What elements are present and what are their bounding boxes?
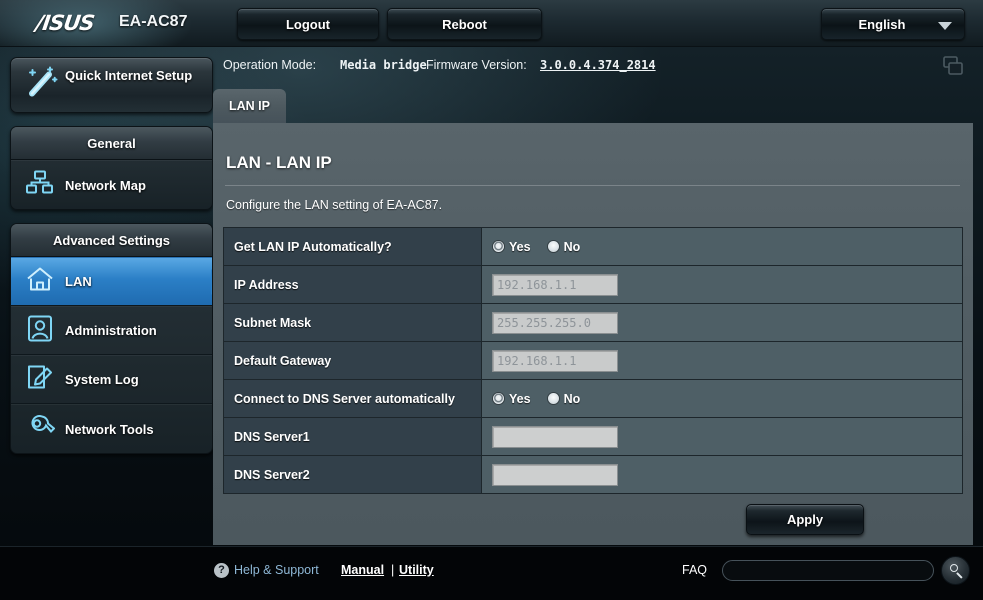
firmware-version-label: Firmware Version:: [426, 58, 527, 72]
row-value: [482, 418, 963, 456]
table-row: Get LAN IP Automatically? Yes No: [224, 228, 963, 266]
tab-strip: LAN IP: [213, 89, 286, 123]
radio-label-no[interactable]: No: [564, 392, 581, 406]
radio-yes[interactable]: [493, 241, 504, 252]
operation-mode-value: Media bridge: [340, 58, 427, 72]
radio-group: Yes No: [492, 240, 952, 254]
sidebar-item-network-map-label: Network Map: [65, 178, 146, 193]
sidebar-item-administration[interactable]: Administration: [11, 306, 212, 355]
radio-label-yes[interactable]: Yes: [509, 392, 531, 406]
row-label: Subnet Mask: [224, 304, 482, 342]
lan-ip-settings-table: Get LAN IP Automatically? Yes No IP Address…: [223, 227, 963, 494]
sidebar-item-lan[interactable]: LAN: [11, 257, 212, 306]
apply-row: Apply: [223, 504, 963, 542]
log-icon: [25, 363, 55, 396]
asus-logo: /ISUS: [34, 11, 95, 35]
radio-no[interactable]: [548, 393, 559, 404]
table-row: Connect to DNS Server automatically Yes No: [224, 380, 963, 418]
quick-internet-setup-label: Quick Internet Setup: [65, 68, 205, 84]
sidebar-item-network-tools-label: Network Tools: [65, 422, 154, 437]
firmware-version-value[interactable]: 3.0.0.4.374_2814: [540, 58, 656, 72]
title-divider: [225, 185, 960, 186]
logout-button[interactable]: Logout: [237, 8, 379, 40]
page-description: Configure the LAN setting of EA-AC87.: [226, 198, 442, 212]
table-row: DNS Server1: [224, 418, 963, 456]
network-map-icon: [25, 170, 55, 201]
radio-label-yes[interactable]: Yes: [509, 240, 531, 254]
sidebar-group-advanced-settings: Advanced Settings LAN: [10, 223, 213, 454]
language-select-label: English: [822, 17, 942, 32]
user-icon: [25, 314, 55, 347]
text-input[interactable]: 192.168.1.1: [492, 350, 618, 372]
row-value: 192.168.1.1: [482, 266, 963, 304]
magic-wand-icon: [25, 67, 59, 104]
content-panel: LAN - LAN IP Configure the LAN setting o…: [213, 123, 973, 545]
sidebar-item-network-map[interactable]: Network Map: [11, 160, 212, 209]
radio-label-no[interactable]: No: [564, 240, 581, 254]
question-mark-icon[interactable]: ?: [214, 563, 229, 578]
table-row: Subnet Mask 255.255.255.0: [224, 304, 963, 342]
reboot-button[interactable]: Reboot: [387, 8, 542, 40]
text-input[interactable]: 192.168.1.1: [492, 274, 618, 296]
chevron-down-icon: [938, 22, 952, 30]
footer-separator: |: [391, 563, 394, 577]
text-input[interactable]: [492, 426, 618, 448]
sidebar: Quick Internet Setup General Network: [10, 57, 213, 454]
quick-internet-setup-button[interactable]: Quick Internet Setup: [10, 57, 213, 113]
row-value: [482, 456, 963, 494]
sidebar-item-network-tools[interactable]: Network Tools: [11, 404, 212, 453]
faq-search-input[interactable]: [722, 560, 934, 581]
home-icon: [25, 265, 55, 298]
row-label: Connect to DNS Server automatically: [224, 380, 482, 418]
table-row: IP Address 192.168.1.1: [224, 266, 963, 304]
sidebar-item-system-log[interactable]: System Log: [11, 355, 212, 404]
table-row: Default Gateway 192.168.1.1: [224, 342, 963, 380]
sidebar-item-lan-label: LAN: [65, 274, 92, 289]
row-label: IP Address: [224, 266, 482, 304]
row-label: Get LAN IP Automatically?: [224, 228, 482, 266]
row-value: Yes No: [482, 380, 963, 418]
sidebar-item-system-log-label: System Log: [65, 372, 139, 387]
manual-link[interactable]: Manual: [341, 563, 384, 577]
row-label: Default Gateway: [224, 342, 482, 380]
language-select[interactable]: English: [821, 8, 965, 40]
row-label: DNS Server1: [224, 418, 482, 456]
top-header-bar: /ISUS EA-AC87 Logout Reboot English: [0, 0, 983, 47]
tab-lan-ip[interactable]: LAN IP: [213, 89, 286, 123]
faq-search-button[interactable]: [941, 556, 970, 585]
faq-label: FAQ: [682, 563, 707, 577]
operation-mode-label: Operation Mode:: [223, 58, 316, 72]
apply-button[interactable]: Apply: [746, 504, 864, 535]
monitor-icon[interactable]: [940, 55, 966, 79]
page-title: LAN - LAN IP: [226, 153, 332, 173]
text-input[interactable]: 255.255.255.0: [492, 312, 618, 334]
info-bar: Operation Mode: Media bridge Firmware Ve…: [215, 47, 983, 89]
row-value: 192.168.1.1: [482, 342, 963, 380]
model-name: EA-AC87: [119, 13, 187, 31]
search-icon: [950, 564, 958, 572]
row-value: 255.255.255.0: [482, 304, 963, 342]
sidebar-group-general: General Network Map: [10, 126, 213, 210]
radio-yes[interactable]: [493, 393, 504, 404]
sidebar-item-administration-label: Administration: [65, 323, 157, 338]
sidebar-group-advanced-title: Advanced Settings: [11, 224, 212, 257]
help-support-link[interactable]: Help & Support: [234, 563, 319, 577]
row-value: Yes No: [482, 228, 963, 266]
sidebar-group-general-title: General: [11, 127, 212, 160]
table-row: DNS Server2: [224, 456, 963, 494]
text-input[interactable]: [492, 464, 618, 486]
wrench-icon: [25, 413, 55, 446]
router-admin-page: /ISUS EA-AC87 Logout Reboot English Oper…: [0, 0, 983, 600]
utility-link[interactable]: Utility: [399, 563, 434, 577]
radio-group: Yes No: [492, 392, 952, 406]
radio-no[interactable]: [548, 241, 559, 252]
row-label: DNS Server2: [224, 456, 482, 494]
